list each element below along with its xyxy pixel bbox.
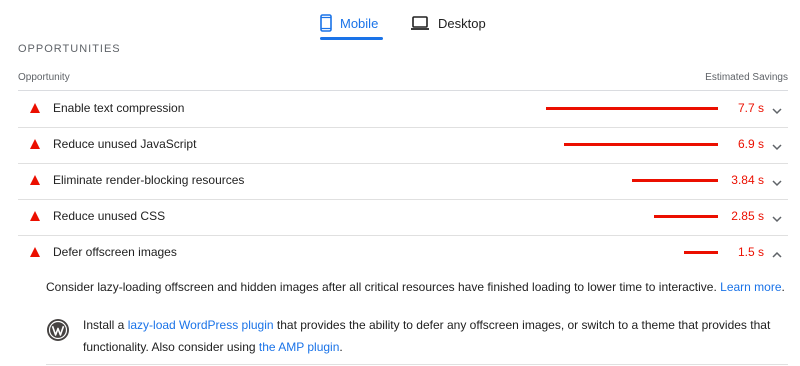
tab-mobile-label: Mobile — [340, 15, 379, 31]
savings-value: 6.9 s — [737, 137, 764, 151]
audit-title: Defer offscreen images — [53, 245, 177, 259]
audit-title: Enable text compression — [53, 101, 185, 115]
savings-value: 1.5 s — [737, 245, 764, 259]
audit-row[interactable]: Reduce unused CSS 2.85 s — [18, 199, 788, 235]
details-divider — [46, 364, 788, 365]
device-tabs: Mobile Desktop — [0, 0, 800, 40]
savings-bar — [632, 179, 718, 182]
stack-pack-advice: Install a lazy-load WordPress plugin tha… — [46, 314, 776, 354]
tab-desktop[interactable]: Desktop — [410, 8, 486, 38]
savings-value: 7.7 s — [737, 101, 764, 115]
audit-row[interactable]: Eliminate render-blocking resources 3.84 … — [18, 163, 788, 199]
warning-triangle-icon — [30, 103, 40, 113]
column-opportunity: Opportunity — [18, 72, 70, 83]
chevron-up-icon[interactable] — [772, 247, 782, 258]
audit-title: Eliminate render-blocking resources — [53, 173, 245, 187]
chevron-down-icon[interactable] — [772, 211, 782, 223]
savings-bar — [546, 107, 718, 110]
audit-row[interactable]: Defer offscreen images 1.5 s — [18, 235, 788, 271]
phone-icon — [320, 14, 332, 32]
stack-pack-text: Install a lazy-load WordPress plugin tha… — [83, 314, 783, 358]
chevron-down-icon[interactable] — [772, 139, 782, 151]
tab-mobile[interactable]: Mobile — [320, 8, 378, 38]
active-tab-indicator — [320, 37, 383, 40]
warning-triangle-icon — [30, 175, 40, 185]
stack-text-pre: Install a — [83, 318, 128, 332]
laptop-icon — [410, 15, 430, 31]
audit-row[interactable]: Enable text compression 7.7 s — [18, 91, 788, 127]
warning-triangle-icon — [30, 211, 40, 221]
description-end: . — [781, 280, 785, 294]
audit-description: Consider lazy-loading offscreen and hidd… — [46, 280, 785, 294]
stack-text-end: . — [339, 340, 343, 354]
savings-bar — [654, 215, 718, 218]
tab-desktop-label: Desktop — [438, 15, 486, 31]
learn-more-link[interactable]: Learn more — [720, 280, 781, 294]
warning-triangle-icon — [30, 247, 40, 257]
audit-row[interactable]: Reduce unused JavaScript 6.9 s — [18, 127, 788, 163]
amp-plugin-link[interactable]: the AMP plugin — [259, 340, 340, 354]
savings-value: 3.84 s — [731, 173, 764, 187]
section-title: OPPORTUNITIES — [18, 43, 121, 55]
savings-bar — [564, 143, 718, 146]
warning-triangle-icon — [30, 139, 40, 149]
savings-bar — [684, 251, 718, 254]
audit-title: Reduce unused JavaScript — [53, 137, 197, 151]
lazy-load-plugin-link[interactable]: lazy-load WordPress plugin — [128, 318, 274, 332]
chevron-down-icon[interactable] — [772, 175, 782, 187]
chevron-down-icon[interactable] — [772, 103, 782, 115]
column-estimated-savings: Estimated Savings — [705, 72, 788, 83]
audit-title: Reduce unused CSS — [53, 209, 166, 223]
description-text: Consider lazy-loading offscreen and hidd… — [46, 280, 717, 294]
wordpress-icon — [46, 318, 70, 342]
savings-value: 2.85 s — [731, 209, 764, 223]
